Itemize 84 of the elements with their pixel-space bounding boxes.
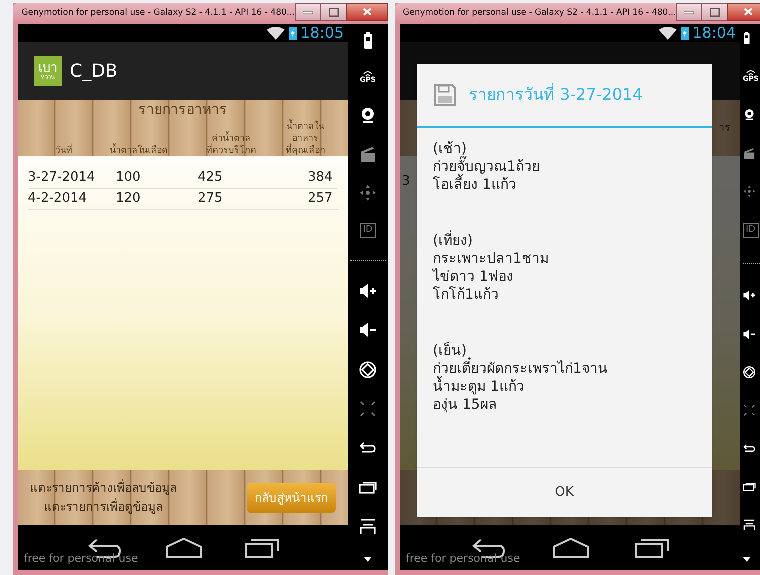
column-header: น้ำตาลในอาหาร ที่คุณเลือก (279, 121, 332, 157)
meal-label: (เช้า) (433, 140, 467, 157)
id-button[interactable]: ID (360, 223, 376, 238)
rotate-icon[interactable] (743, 366, 756, 379)
meal-label: (เย็น) (433, 342, 467, 359)
clapperboard-icon[interactable] (359, 144, 377, 163)
menu-icon[interactable] (359, 518, 377, 536)
scale-icon[interactable] (743, 404, 756, 418)
table-cell-text: 257 (308, 190, 334, 208)
table-cell-text: 275 (198, 190, 224, 208)
minimize-button[interactable] (676, 3, 702, 21)
dotted-divider (350, 260, 386, 261)
menu-icon[interactable] (743, 518, 756, 532)
dialog-title: รายการวันที่ 3-27-2014 (469, 83, 643, 106)
signal-icon (362, 71, 373, 78)
ok-button[interactable]: OK (417, 467, 712, 517)
meal-item: ไข่ดาว 1ฟอง (433, 268, 514, 286)
meal-item: โกโก้1แก้ว (433, 286, 500, 304)
hint-text: แตะรายการเพื่อดูข้อมูล (44, 498, 163, 516)
volume-up-icon[interactable] (743, 289, 756, 302)
meal-item: น้ำมะตูม 1แก้ว (433, 378, 696, 396)
id-button[interactable]: ID (743, 223, 759, 238)
volume-up-icon[interactable] (359, 282, 377, 300)
meal-item: โอเลี้ยง 1แก้ว (433, 176, 696, 194)
battery-icon[interactable] (743, 32, 751, 45)
minimize-icon (303, 10, 313, 14)
more-icon[interactable] (364, 556, 372, 562)
watermark-text: free for personal use (406, 550, 520, 566)
row-fragment: 3 (402, 174, 410, 189)
meal-item: กระเพาะปลา1ชาม (433, 250, 550, 268)
minimize-icon (684, 10, 694, 14)
table-cell-text: 425 (198, 169, 224, 188)
watermark-text: free for personal use (24, 550, 138, 566)
clapperboard-icon[interactable] (743, 146, 756, 160)
minimize-button[interactable] (295, 3, 321, 21)
table-cell-text: 384 (308, 169, 334, 188)
window-title: Genymotion for personal use - Galaxy S2 - 4.1.1 - API 16 - 480... (22, 7, 295, 20)
close-icon (744, 8, 753, 16)
table-cell-text: 120 (116, 190, 142, 208)
column-header: น้ำตาลในเลือด (94, 145, 184, 157)
rotate-icon[interactable] (359, 360, 377, 379)
recents-icon[interactable] (635, 538, 670, 558)
maximize-icon (710, 8, 720, 16)
maximize-button[interactable] (321, 3, 346, 21)
logo-text: เบา (38, 62, 58, 74)
dpad-icon[interactable] (743, 184, 756, 198)
wifi-icon (266, 26, 285, 40)
status-time: 18:04 (692, 26, 736, 40)
dotted-divider (743, 263, 760, 264)
close-button[interactable] (346, 3, 388, 21)
webcam-icon[interactable] (359, 106, 377, 124)
battery-charging-icon (680, 26, 689, 40)
dpad-icon[interactable] (359, 184, 377, 202)
more-icon[interactable] (743, 556, 751, 562)
webcam-icon[interactable] (743, 108, 756, 122)
status-time: 18:05 (300, 26, 344, 40)
wifi-icon (658, 26, 677, 40)
meal-item: องุ่น 15ผล (433, 396, 498, 414)
close-button[interactable] (727, 3, 760, 21)
maximize-button[interactable] (702, 3, 728, 21)
meal-label: (เที่ยง) (433, 232, 696, 250)
home-icon[interactable] (165, 538, 203, 558)
volume-down-icon[interactable] (743, 328, 756, 341)
recents-icon[interactable] (743, 480, 756, 494)
table-cell-text: 3-27-2014 (28, 169, 96, 188)
home-icon[interactable] (552, 538, 590, 558)
app-title: C_DB (70, 60, 118, 84)
column-header: วันที่ (34, 145, 94, 157)
recents-icon[interactable] (245, 538, 279, 558)
maximize-icon (328, 8, 338, 16)
battery-icon[interactable] (362, 32, 374, 50)
window-title: Genymotion for personal use - Galaxy S2 - 4.1.1 - API 16 - 480... (403, 7, 676, 20)
signal-icon (746, 70, 756, 76)
header-fragment: าร (719, 122, 730, 136)
hint-text: แตะรายการค้างเพื่อลบข้อมูล (30, 478, 177, 498)
volume-down-icon[interactable] (359, 321, 377, 340)
table-cell-text: 100 (116, 169, 142, 188)
save-icon (433, 83, 457, 107)
section-title: รายการอาหาร (138, 101, 228, 120)
table-cell-text: 4-2-2014 (28, 190, 88, 208)
battery-charging-icon (288, 26, 297, 40)
scale-icon[interactable] (359, 400, 377, 418)
close-icon (362, 8, 372, 16)
column-header: ค่าน้ำตาล ที่ควรบริโภค (184, 133, 279, 157)
